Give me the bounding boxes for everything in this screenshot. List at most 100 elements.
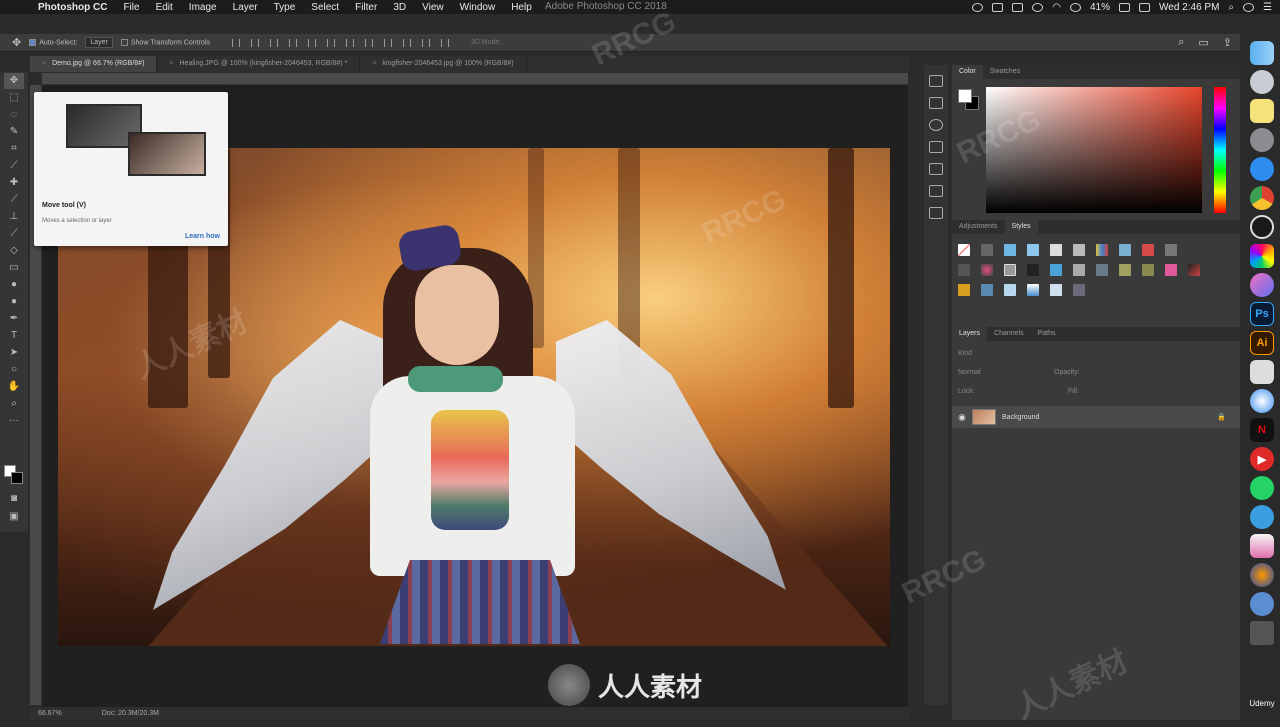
auto-select-checkbox[interactable]: Auto-Select: bbox=[29, 38, 77, 46]
menu-window[interactable]: Window bbox=[452, 2, 504, 13]
style-swatch[interactable] bbox=[1188, 264, 1200, 276]
hue-slider[interactable] bbox=[1214, 87, 1226, 213]
tab-healing[interactable]: × Healing.JPG @ 100% (kingfisher-2046453,… bbox=[157, 56, 361, 72]
screen-mode-icon[interactable]: ▣ bbox=[4, 509, 24, 525]
distribute-top-icon[interactable] bbox=[345, 38, 354, 47]
shape-tool-icon[interactable]: ○ bbox=[4, 362, 24, 378]
network-icon[interactable] bbox=[1250, 592, 1274, 616]
style-swatch[interactable] bbox=[1004, 284, 1016, 296]
obs-status-icon[interactable] bbox=[972, 2, 984, 12]
brush-tool-icon[interactable]: ⟋ bbox=[4, 192, 24, 208]
tab-styles[interactable]: Styles bbox=[1004, 220, 1038, 234]
tab-swatches[interactable]: Swatches bbox=[983, 65, 1027, 79]
align-left-icon[interactable] bbox=[288, 38, 297, 47]
style-swatch[interactable] bbox=[1050, 284, 1062, 296]
notes-icon[interactable] bbox=[1250, 99, 1274, 123]
menu-type[interactable]: Type bbox=[266, 2, 304, 13]
menu-select[interactable]: Select bbox=[303, 2, 347, 13]
color-picker-field[interactable] bbox=[986, 87, 1202, 213]
hand-tool-icon[interactable]: ✋ bbox=[4, 379, 24, 395]
move-tool-icon[interactable]: ✥ bbox=[4, 73, 24, 89]
illustrator-icon[interactable]: Ai bbox=[1250, 331, 1274, 355]
screenshot-icon[interactable] bbox=[1250, 360, 1274, 384]
spotlight-icon[interactable]: ⌕ bbox=[1228, 2, 1234, 13]
obs-icon[interactable] bbox=[1250, 215, 1274, 239]
style-swatch[interactable] bbox=[958, 244, 970, 256]
align-vcenter-icon[interactable] bbox=[250, 38, 259, 47]
background-color[interactable] bbox=[11, 472, 23, 484]
history-brush-tool-icon[interactable]: ⟋ bbox=[4, 226, 24, 242]
whatsapp-icon[interactable] bbox=[1250, 476, 1274, 500]
align-hcenter-icon[interactable] bbox=[307, 38, 316, 47]
close-tab-icon[interactable]: × bbox=[42, 60, 46, 67]
style-swatch[interactable] bbox=[981, 264, 993, 276]
style-swatch[interactable] bbox=[1073, 284, 1085, 296]
telegram-icon[interactable] bbox=[1250, 505, 1274, 529]
menu-view[interactable]: View bbox=[414, 2, 452, 13]
notification-icon[interactable]: ☰ bbox=[1263, 2, 1272, 13]
more-tools-icon[interactable]: ··· bbox=[4, 413, 24, 429]
menu-help[interactable]: Help bbox=[503, 2, 540, 13]
menu-file[interactable]: File bbox=[115, 2, 147, 13]
style-swatch[interactable] bbox=[1027, 284, 1039, 296]
menu-3d[interactable]: 3D bbox=[385, 2, 414, 13]
style-swatch[interactable] bbox=[1050, 264, 1062, 276]
tab-paths[interactable]: Paths bbox=[1031, 327, 1063, 341]
healing-tool-icon[interactable]: ✚ bbox=[4, 175, 24, 191]
zoom-level[interactable]: 66.67% bbox=[38, 710, 62, 717]
search-icon[interactable]: ⌕ bbox=[1178, 36, 1184, 49]
style-swatch[interactable] bbox=[958, 284, 970, 296]
character-icon[interactable] bbox=[929, 97, 943, 109]
zoom-tool-icon[interactable]: ⌕ bbox=[4, 396, 24, 412]
chrome-icon[interactable] bbox=[1250, 186, 1274, 210]
workspace-icon[interactable]: ▭ bbox=[1198, 36, 1208, 49]
style-swatch[interactable] bbox=[1096, 264, 1108, 276]
close-tab-icon[interactable]: × bbox=[372, 60, 376, 67]
photoshop-icon[interactable]: Ps bbox=[1250, 302, 1274, 326]
battery-icon[interactable] bbox=[1119, 2, 1131, 12]
menu-layer[interactable]: Layer bbox=[225, 2, 266, 13]
gradient-tool-icon[interactable]: ▭ bbox=[4, 260, 24, 276]
battery-percent[interactable]: 41% bbox=[1090, 2, 1110, 13]
timemachine-icon[interactable] bbox=[1032, 2, 1044, 12]
firefox-icon[interactable] bbox=[1250, 563, 1274, 587]
learn-how-link[interactable]: Learn how bbox=[185, 233, 220, 240]
tab-adjustments[interactable]: Adjustments bbox=[952, 220, 1005, 234]
user-icon[interactable] bbox=[1243, 2, 1255, 12]
distribute-hcenter-icon[interactable] bbox=[421, 38, 430, 47]
itunes-icon[interactable] bbox=[1250, 273, 1274, 297]
style-swatch[interactable] bbox=[1142, 264, 1154, 276]
menu-filter[interactable]: Filter bbox=[347, 2, 385, 13]
layer-background[interactable]: ◉ Background 🔒 bbox=[952, 406, 1240, 428]
auto-select-dropdown[interactable]: Layer bbox=[85, 37, 113, 48]
menu-app-name[interactable]: Photoshop CC bbox=[30, 2, 115, 13]
distribute-left-icon[interactable] bbox=[402, 38, 411, 47]
visibility-eye-icon[interactable]: ◉ bbox=[952, 412, 972, 423]
quick-mask-icon[interactable]: ◙ bbox=[4, 491, 24, 507]
style-swatch[interactable] bbox=[1165, 244, 1177, 256]
finder-icon[interactable] bbox=[1250, 41, 1274, 65]
style-swatch[interactable] bbox=[1027, 264, 1039, 276]
photos-icon[interactable] bbox=[1250, 244, 1274, 268]
style-swatch[interactable] bbox=[1119, 264, 1131, 276]
style-swatch[interactable] bbox=[981, 284, 993, 296]
path-select-tool-icon[interactable]: ➤ bbox=[4, 345, 24, 361]
eyedropper-tool-icon[interactable]: ⟋ bbox=[4, 158, 24, 174]
style-swatch[interactable] bbox=[981, 244, 993, 256]
stamp-tool-icon[interactable]: ⊥ bbox=[4, 209, 24, 225]
doc-size[interactable]: Doc: 20.3M/20.3M bbox=[102, 710, 159, 717]
style-swatch[interactable] bbox=[1119, 244, 1131, 256]
keynote-icon[interactable] bbox=[1250, 534, 1274, 558]
tab-channels[interactable]: Channels bbox=[987, 327, 1031, 341]
youtube-icon[interactable]: ▶ bbox=[1250, 447, 1274, 471]
type-tool-icon[interactable]: T bbox=[4, 328, 24, 344]
tab-layers[interactable]: Layers bbox=[952, 327, 988, 341]
tab-kingfisher[interactable]: × kingfisher-2046453.jpg @ 100% (RGB/8#) bbox=[360, 56, 527, 72]
blend-mode-dropdown[interactable]: Normal bbox=[958, 369, 981, 376]
marquee-tool-icon[interactable]: ⬚ bbox=[4, 90, 24, 106]
style-swatch[interactable] bbox=[1096, 244, 1108, 256]
pen-tool-icon[interactable]: ✒ bbox=[4, 311, 24, 327]
blur-tool-icon[interactable]: ● bbox=[4, 277, 24, 293]
lock-icon[interactable]: 🔒 bbox=[1217, 413, 1226, 421]
clock[interactable]: Wed 2:46 PM bbox=[1159, 2, 1219, 13]
